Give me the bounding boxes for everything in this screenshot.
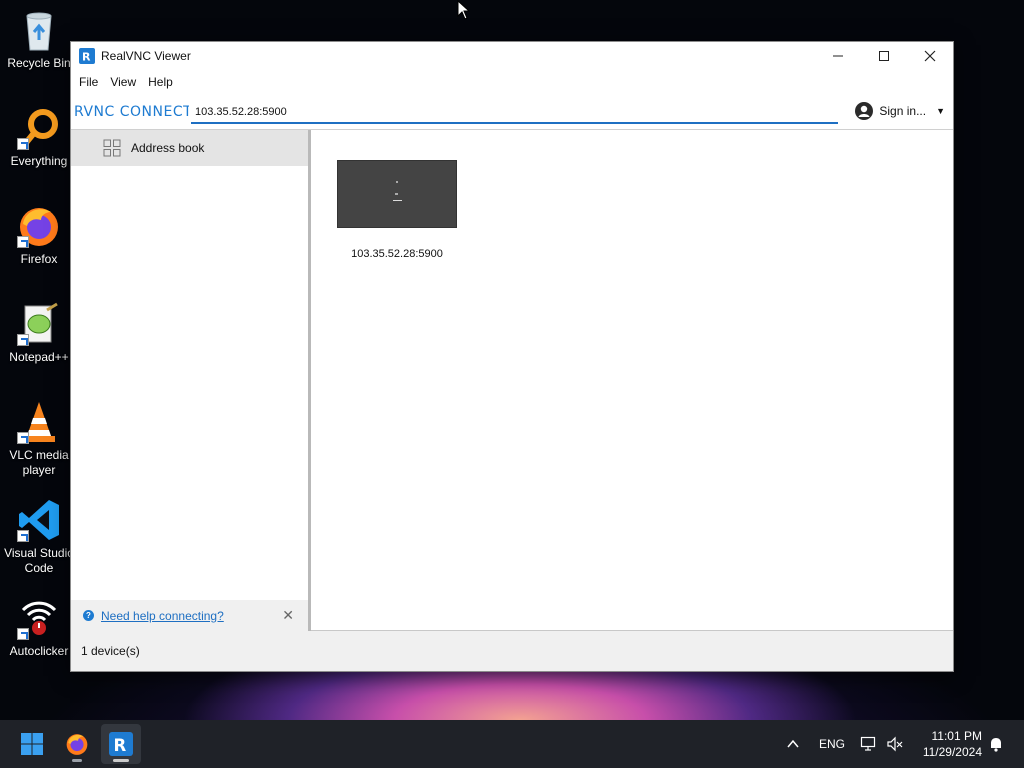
close-help-icon[interactable]: ✕ [282, 607, 294, 624]
bell-icon [991, 738, 1001, 752]
desktop-icon-label: Firefox [20, 252, 58, 266]
desktop-icon-recycle-bin[interactable]: Recycle Bin [4, 8, 74, 71]
desktop-icon-label: Recycle Bin [7, 56, 71, 70]
sidebar: Address book ? Need help connecting? ✕ [71, 130, 311, 631]
minimize-button[interactable] [815, 42, 861, 70]
mouse-cursor-icon [457, 0, 471, 20]
svg-text:R: R [82, 51, 91, 64]
desktop-icon-everything[interactable]: Everything [4, 106, 74, 169]
language-indicator[interactable]: ENG [819, 720, 845, 768]
window-title: RealVNC Viewer [101, 49, 191, 63]
need-help-link[interactable]: Need help connecting? [101, 609, 224, 623]
desktop-icon-notepad-plus-plus[interactable]: Notepad++ [4, 302, 74, 365]
clock[interactable]: 11:01 PM 11/29/2024 [923, 728, 982, 760]
clock-time: 11:01 PM [931, 729, 982, 743]
firefox-icon [17, 204, 61, 248]
close-icon [924, 50, 936, 62]
sign-in-label: Sign in... [879, 104, 927, 118]
vlc-cone-icon [17, 400, 61, 444]
desktop-icon-label: Everything [10, 154, 68, 168]
autoclicker-icon [17, 596, 61, 640]
minimize-icon [833, 55, 843, 57]
realvnc-connect-logo: RVNC CONNECT [74, 104, 189, 120]
device-count: 1 device(s) [81, 644, 140, 658]
shortcut-arrow-icon [17, 138, 29, 150]
everything-search-icon [17, 106, 61, 150]
taskbar-realvnc-button[interactable]: R [101, 724, 141, 764]
toolbar: RVNC CONNECT Sign in... ▼ [71, 94, 953, 130]
desktop-icon-vscode[interactable]: Visual Studio Code [4, 498, 74, 576]
clock-date: 11/29/2024 [922, 745, 982, 759]
svg-text:R: R [114, 736, 127, 755]
desktop-icon-label: Autoclicker [9, 644, 69, 658]
shortcut-arrow-icon [17, 334, 29, 346]
device-tile[interactable]: 103.35.52.28:5900 [337, 160, 457, 260]
menu-bar: File View Help [71, 70, 953, 94]
menu-file[interactable]: File [73, 75, 104, 89]
realvnc-viewer-window: R RealVNC Viewer File View Help RVNC CON… [70, 41, 954, 672]
shortcut-arrow-icon [17, 530, 29, 542]
start-button[interactable] [12, 724, 52, 764]
vscode-icon [17, 498, 61, 542]
taskbar: R ENG 11:01 PM 11/29/2024 [0, 720, 1024, 768]
desktop-icon-autoclicker[interactable]: Autoclicker [4, 596, 74, 659]
address-input[interactable] [191, 102, 838, 124]
active-indicator [113, 759, 129, 762]
help-icon: ? [83, 610, 94, 621]
running-indicator [72, 759, 82, 762]
taskbar-firefox-button[interactable] [57, 724, 97, 764]
show-hidden-icons-button[interactable] [786, 720, 800, 768]
device-label: 103.35.52.28:5900 [351, 248, 443, 260]
desktop-icon-vlc[interactable]: VLC media player [4, 400, 74, 478]
desktop-icon-label: VLC media player [9, 448, 69, 477]
shortcut-arrow-icon [17, 432, 29, 444]
realvnc-app-icon: R [109, 732, 133, 756]
sidebar-item-label: Address book [131, 141, 205, 155]
menu-help[interactable]: Help [142, 75, 179, 89]
sign-in-button[interactable]: Sign in... ▼ [855, 102, 945, 120]
volume-button[interactable] [886, 720, 904, 768]
windows-start-icon [21, 733, 43, 755]
user-icon [855, 102, 874, 120]
sidebar-item-address-book[interactable]: Address book [71, 130, 308, 166]
chevron-down-icon: ▼ [936, 106, 945, 116]
realvnc-app-icon: R [79, 48, 95, 64]
content-area: Address book ? Need help connecting? ✕ 1… [71, 130, 953, 631]
menu-view[interactable]: View [104, 75, 142, 89]
chevron-up-icon [787, 739, 799, 748]
desktop-icon-firefox[interactable]: Firefox [4, 204, 74, 267]
desktop-icon-label: Visual Studio Code [4, 546, 74, 575]
device-thumbnail [337, 160, 457, 228]
grid-icon [103, 139, 121, 157]
notifications-button[interactable] [988, 720, 1004, 768]
firefox-icon [66, 734, 88, 755]
maximize-button[interactable] [861, 42, 907, 70]
network-button[interactable] [860, 720, 878, 768]
notepad-plus-plus-icon [17, 302, 61, 346]
recycle-bin-icon [17, 8, 61, 52]
status-bar: 1 device(s) [71, 631, 953, 671]
title-bar[interactable]: R RealVNC Viewer [71, 42, 953, 70]
device-grid: 103.35.52.28:5900 [311, 130, 953, 631]
help-bar: ? Need help connecting? ✕ [71, 600, 308, 631]
desktop-icon-label: Notepad++ [9, 350, 69, 364]
shortcut-arrow-icon [17, 628, 29, 640]
close-button[interactable] [907, 42, 953, 70]
network-monitor-icon [860, 736, 876, 751]
maximize-icon [879, 51, 889, 61]
speaker-muted-icon [887, 736, 903, 752]
shortcut-arrow-icon [17, 236, 29, 248]
